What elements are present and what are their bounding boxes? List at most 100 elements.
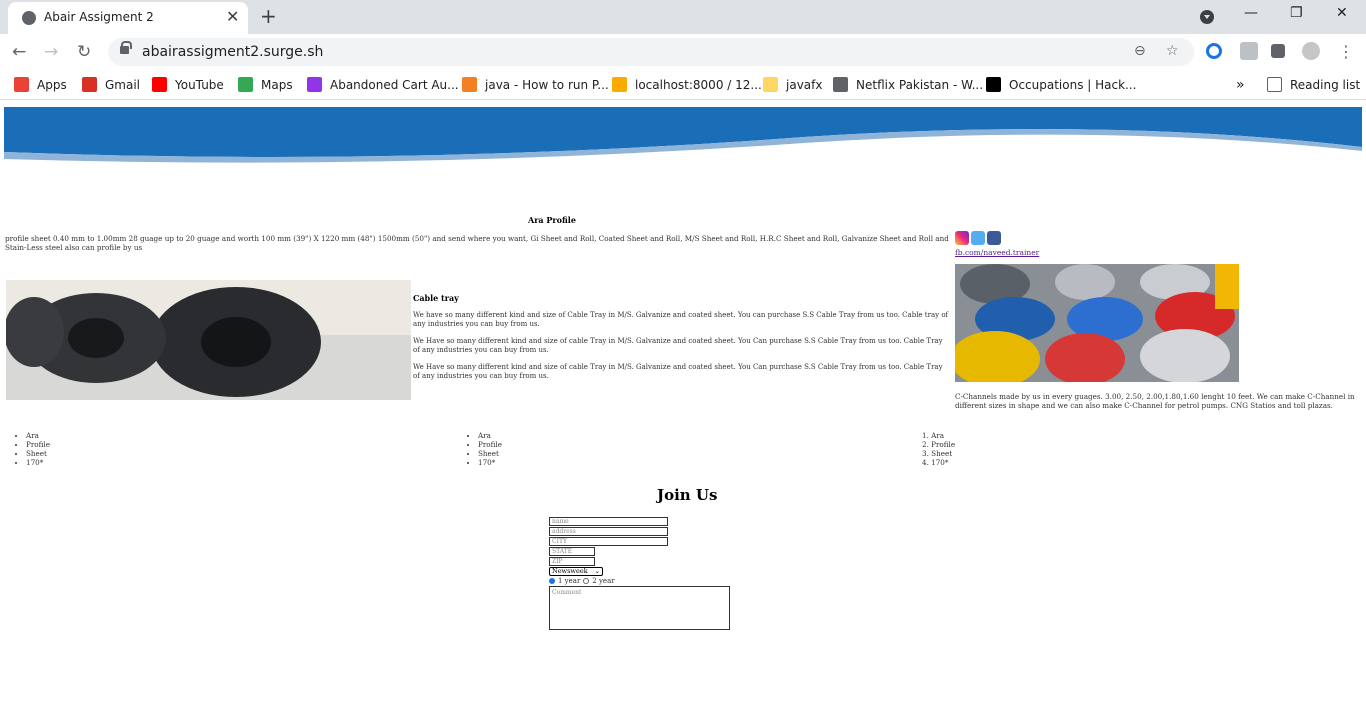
bookmark-label: Abandoned Cart Au... bbox=[330, 77, 459, 92]
bookmark-item[interactable]: Occupations | Hack... bbox=[986, 77, 1137, 92]
avatar[interactable] bbox=[1302, 42, 1320, 60]
back-icon[interactable]: ← bbox=[12, 42, 26, 62]
twitter-icon[interactable] bbox=[971, 231, 985, 245]
list-item: 2. Profile bbox=[922, 440, 956, 449]
list-item: 170* bbox=[478, 458, 502, 467]
radio-2-year[interactable] bbox=[583, 578, 590, 584]
city-input[interactable]: CITY bbox=[549, 537, 668, 546]
header-banner bbox=[4, 107, 1362, 163]
cable-paragraph: We Have so many different kind and size … bbox=[413, 337, 943, 354]
instagram-icon[interactable] bbox=[955, 231, 969, 245]
page-content: Ara Profile profile sheet 0.40 mm to 1.0… bbox=[0, 101, 1366, 728]
join-us-heading: Join Us bbox=[657, 486, 718, 504]
list-item: 1. Ara bbox=[922, 431, 945, 440]
bookmark-item[interactable]: Abandoned Cart Au... bbox=[307, 77, 459, 92]
reading-list-label: Reading list bbox=[1290, 77, 1361, 92]
bookmark-label: localhost:8000 / 12... bbox=[635, 77, 762, 92]
bookmark-item[interactable]: javafx bbox=[763, 77, 822, 92]
extension-icon[interactable] bbox=[1206, 43, 1222, 59]
subscription-radio-group: 1 year 2 year bbox=[549, 577, 615, 585]
window-close-button[interactable]: ✕ bbox=[1336, 5, 1348, 21]
cable-paragraph: We Have so many different kind and size … bbox=[413, 363, 943, 380]
bookmark-label: java - How to run P... bbox=[485, 77, 609, 92]
list-item: 3. Sheet bbox=[922, 449, 953, 458]
bookmark-icon bbox=[14, 77, 29, 92]
intro-text: profile sheet 0.40 mm to 1.00mm 28 guage… bbox=[5, 234, 949, 252]
reading-list-icon bbox=[1267, 77, 1282, 92]
section-title: Ara Profile bbox=[528, 215, 576, 225]
chevron-down-icon: ⌄ bbox=[594, 567, 600, 575]
bookmark-item[interactable]: Apps bbox=[14, 77, 67, 92]
more-bookmarks-button[interactable]: » bbox=[1236, 77, 1245, 93]
bookmark-item[interactable]: Maps bbox=[238, 77, 293, 92]
comment-textarea[interactable]: Comment bbox=[549, 586, 730, 630]
bookmark-icon bbox=[152, 77, 167, 92]
bookmark-item[interactable]: localhost:8000 / 12... bbox=[612, 77, 762, 92]
star-icon[interactable]: ☆ bbox=[1166, 43, 1179, 59]
reading-list-button[interactable]: Reading list bbox=[1267, 77, 1360, 92]
bookmark-icon bbox=[462, 77, 477, 92]
bookmark-label: Gmail bbox=[105, 77, 141, 92]
list-item: Profile bbox=[478, 440, 502, 449]
bookmark-label: Netflix Pakistan - W... bbox=[856, 77, 984, 92]
address-input[interactable]: address bbox=[549, 527, 668, 536]
state-input[interactable]: STATE bbox=[549, 547, 595, 556]
bookmark-item[interactable]: YouTube bbox=[152, 77, 224, 92]
facebook-link[interactable]: fb.com/naveed.trainer bbox=[955, 248, 1039, 257]
list-item: Sheet bbox=[478, 449, 502, 458]
color-coils-image bbox=[955, 264, 1239, 382]
bookmark-label: YouTube bbox=[175, 77, 224, 92]
url-text[interactable]: abairassigment2.surge.sh bbox=[142, 44, 323, 60]
name-input[interactable]: name bbox=[549, 517, 668, 526]
reload-icon[interactable]: ↻ bbox=[77, 42, 91, 62]
bookmark-item[interactable]: Netflix Pakistan - W... bbox=[833, 77, 983, 92]
zoom-icon[interactable]: ⊖ bbox=[1134, 43, 1146, 59]
bookmark-label: javafx bbox=[786, 77, 823, 92]
bookmark-item[interactable]: java - How to run P... bbox=[462, 77, 609, 92]
list-item: Profile bbox=[26, 440, 50, 449]
bookmark-icon bbox=[986, 77, 1001, 92]
forward-icon[interactable]: → bbox=[44, 42, 58, 62]
tab-strip: Abair Assigment 2 ✕ + — ❐ ✕ bbox=[0, 0, 1366, 34]
radio-1-year[interactable] bbox=[549, 578, 555, 584]
cable-paragraph: We have so many different kind and size … bbox=[413, 311, 949, 328]
zip-input[interactable]: ZIP bbox=[549, 557, 595, 566]
bookmark-label: Maps bbox=[261, 77, 293, 92]
steel-rolls-image bbox=[6, 280, 411, 400]
bookmark-icon bbox=[82, 77, 97, 92]
ordered-list: 1. Ara 2. Profile 3. Sheet 4. 170* bbox=[922, 431, 955, 467]
lock-icon[interactable] bbox=[120, 41, 132, 54]
close-icon[interactable]: ✕ bbox=[226, 7, 239, 26]
facebook-icon[interactable] bbox=[987, 231, 1001, 245]
bookmark-icon bbox=[833, 77, 848, 92]
puzzle-icon[interactable] bbox=[1271, 44, 1285, 58]
social-icons bbox=[955, 231, 1001, 245]
menu-icon[interactable]: ⋮ bbox=[1338, 42, 1354, 61]
tab-title: Abair Assigment 2 bbox=[44, 10, 154, 24]
bookmark-item[interactable]: Gmail bbox=[82, 77, 140, 92]
channels-text: C-Channels made by us in every guages. 3… bbox=[955, 392, 1355, 410]
bookmark-icon bbox=[238, 77, 253, 92]
shield-icon[interactable] bbox=[1240, 42, 1258, 60]
bookmarks-bar: Apps Gmail YouTube Maps Abandoned Cart Au...… bbox=[0, 70, 1366, 100]
select-value: Newsweek bbox=[552, 567, 588, 575]
radio-label: 2 year bbox=[592, 577, 615, 585]
unordered-list-1: AraProfileSheet170* bbox=[6, 431, 50, 467]
address-bar[interactable]: abairassigment2.surge.sh ⊖ ☆ bbox=[108, 38, 1194, 66]
new-tab-button[interactable]: + bbox=[260, 4, 277, 28]
list-item: Ara bbox=[26, 431, 50, 440]
unordered-list-2: AraProfileSheet170* bbox=[458, 431, 502, 467]
bookmark-label: Occupations | Hack... bbox=[1009, 77, 1137, 92]
minimize-button[interactable]: — bbox=[1244, 5, 1258, 21]
radio-label: 1 year bbox=[558, 577, 581, 585]
bookmark-icon bbox=[307, 77, 322, 92]
tab-search-icon[interactable] bbox=[1200, 10, 1214, 24]
list-item: 4. 170* bbox=[922, 458, 949, 467]
restore-button[interactable]: ❐ bbox=[1290, 5, 1303, 21]
bookmark-label: Apps bbox=[37, 77, 67, 92]
list-item: 170* bbox=[26, 458, 50, 467]
magazine-select[interactable]: Newsweek ⌄ bbox=[549, 567, 603, 576]
bookmark-icon bbox=[763, 77, 778, 92]
tab-active[interactable]: Abair Assigment 2 ✕ bbox=[8, 2, 248, 34]
globe-icon bbox=[22, 11, 36, 25]
